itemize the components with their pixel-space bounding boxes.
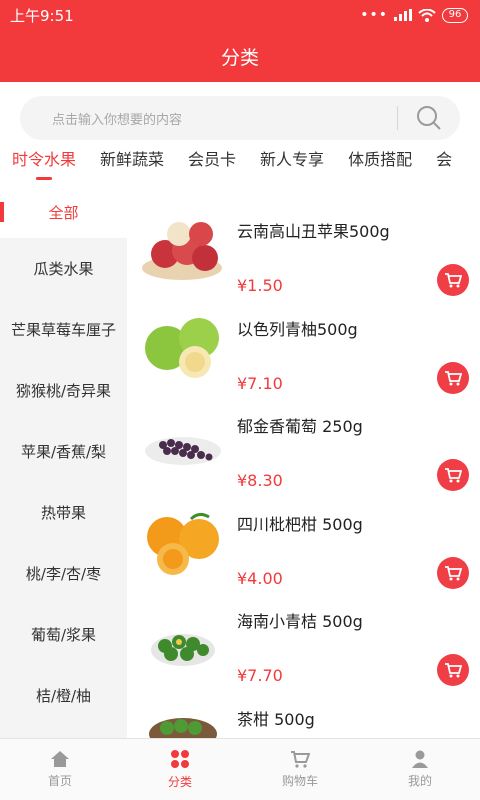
search-input[interactable]: 点击输入你想要的内容 [52, 109, 397, 128]
product-name: 云南高山丑苹果500g [237, 222, 390, 241]
list-item[interactable]: 云南高山丑苹果500g ¥1.50 [127, 186, 480, 296]
tabbar-profile-label: 我的 [407, 774, 432, 788]
tabbar-cart-label: 购物车 [281, 774, 318, 788]
list-item[interactable]: 以色列青柚500g ¥7.10 [127, 284, 480, 394]
sidebar-item-all[interactable]: 全部 [0, 186, 127, 238]
product-name: 以色列青柚500g [237, 319, 358, 339]
signal-icon [394, 9, 412, 21]
category-sidebar: 全部 瓜类水果 芒果草莓车厘子 猕猴桃/奇异果 苹果/香蕉/梨 热带果 桃/李/… [0, 186, 127, 738]
user-icon [412, 750, 428, 768]
tab-new-user[interactable]: 新人专享 [248, 142, 336, 186]
tabbar-cart[interactable]: 购物车 [240, 739, 360, 800]
tabbar-home-label: 首页 [47, 774, 72, 788]
product-name: 四川枇杷柑 500g [237, 514, 363, 534]
app-header: 分类 [0, 30, 480, 82]
tabbar-category-label: 分类 [167, 775, 192, 789]
tabbar-category[interactable]: 分类 [120, 739, 240, 800]
list-item[interactable]: 茶柑 500g [127, 674, 480, 738]
tab-constitution[interactable]: 体质搭配 [336, 142, 424, 186]
sidebar-item-grape-berries[interactable]: 葡萄/浆果 [0, 604, 127, 665]
search-bar[interactable]: 点击输入你想要的内容 [20, 96, 460, 140]
sidebar-item-tropical[interactable]: 热带果 [0, 482, 127, 543]
sidebar-item-mango-berries[interactable]: 芒果草莓车厘子 [0, 299, 127, 360]
tea-tangerine-icon [149, 717, 217, 738]
product-name: 茶柑 500g [237, 709, 315, 729]
tabbar-profile[interactable]: 我的 [360, 739, 480, 800]
grape-icon [145, 437, 221, 465]
product-name: 海南小青桔 500g [237, 612, 363, 631]
sidebar-item-citrus[interactable]: 桔/橙/柚 [0, 665, 127, 726]
tab-fresh-vegetables[interactable]: 新鲜蔬菜 [88, 142, 176, 186]
more-dots-icon: ••• [360, 7, 388, 23]
bottom-tab-bar: 首页 分类 购物车 我的 [0, 738, 480, 800]
category-grid-icon [171, 750, 189, 768]
list-item[interactable]: 海南小青桔 500g ¥7.70 [127, 576, 480, 686]
apple-icon [142, 222, 222, 280]
tab-more[interactable]: 会 [424, 142, 464, 186]
sidebar-item-stone-fruit[interactable]: 桃/李/杏/枣 [0, 543, 127, 604]
home-icon [51, 751, 69, 767]
sidebar-item-kiwi[interactable]: 猕猴桃/奇异果 [0, 360, 127, 421]
sidebar-item-apple-banana-pear[interactable]: 苹果/香蕉/梨 [0, 421, 127, 482]
tab-member-card[interactable]: 会员卡 [176, 142, 248, 186]
product-list: 云南高山丑苹果500g ¥1.50 以色列青柚500g ¥7.10 郁金香葡萄 … [127, 186, 480, 738]
tab-seasonal-fruit[interactable]: 时令水果 [0, 142, 88, 186]
category-tabs: 时令水果 新鲜蔬菜 会员卡 新人专享 体质搭配 会 [0, 142, 480, 186]
status-icons: ••• 96 [360, 7, 468, 23]
status-time: 上午9:51 [10, 6, 74, 25]
orange-icon [147, 512, 219, 575]
battery-icon: 96 [442, 7, 468, 23]
page-title: 分类 [220, 46, 259, 69]
sidebar-item-melons[interactable]: 瓜类水果 [0, 238, 127, 299]
status-bar: 上午9:51 ••• 96 [0, 0, 480, 30]
cart-icon [291, 751, 310, 768]
product-name: 郁金香葡萄 250g [237, 417, 363, 436]
list-item[interactable]: 四川枇杷柑 500g ¥4.00 [127, 479, 480, 589]
list-item[interactable]: 郁金香葡萄 250g ¥8.30 [127, 381, 480, 491]
search-icon[interactable] [398, 105, 460, 131]
wifi-icon [418, 8, 436, 22]
pomelo-icon [145, 317, 219, 378]
green-tangerine-icon [151, 634, 215, 666]
tabbar-home[interactable]: 首页 [0, 739, 120, 800]
